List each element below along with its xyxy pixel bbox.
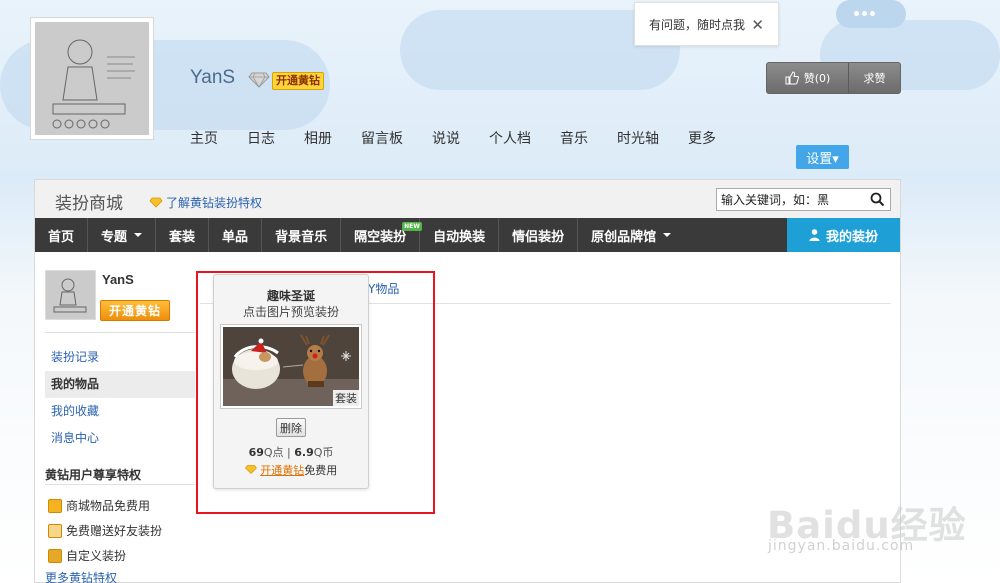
nav-timeline[interactable]: 时光轴 — [617, 128, 659, 148]
close-icon[interactable]: ✕ — [751, 16, 764, 34]
mall-nav-singles[interactable]: 单品 — [209, 218, 263, 252]
mall-nav-suits[interactable]: 套装 — [156, 218, 210, 252]
settings-button[interactable]: 设置▾ — [796, 145, 849, 169]
sidebar-username[interactable]: YanS — [102, 272, 134, 287]
sidebar-open-vip-button[interactable]: 开通黄钻 — [100, 300, 170, 321]
mall-nav-bgm[interactable]: 背景音乐 — [262, 218, 342, 252]
gift-icon — [48, 498, 62, 513]
diamond-icon — [149, 197, 163, 208]
sidebar-avatar[interactable] — [45, 270, 96, 320]
mall-search[interactable] — [716, 188, 891, 211]
present-icon — [48, 523, 62, 538]
highlight-box — [196, 271, 435, 514]
watermark-url: jingyan.baidu.com — [768, 538, 915, 554]
help-popup-text[interactable]: 有问题，随时点我 — [649, 16, 745, 33]
mall-title: 装扮商城 — [55, 194, 123, 214]
like-button-group: 赞(0) 求赞 — [766, 62, 901, 94]
mall-nav-auto-change[interactable]: 自动换装 — [420, 218, 500, 252]
sidebar-links: 装扮记录 我的物品 我的收藏 消息中心 — [45, 344, 195, 452]
sidebar-item-favorites[interactable]: 我的收藏 — [45, 398, 195, 425]
vip-privilege-link[interactable]: 了解黄钻装扮特权 — [149, 194, 262, 211]
profile-nav: 主页 日志 相册 留言板 说说 个人档 音乐 时光轴 更多 — [190, 128, 745, 148]
mall-nav-original-brand[interactable]: 原创品牌馆 — [578, 218, 684, 252]
perk-item: 免费赠送好友装扮 — [48, 518, 162, 543]
open-vip-badge[interactable]: 开通黄钻 — [272, 72, 324, 90]
vip-privilege-text[interactable]: 了解黄钻装扮特权 — [166, 194, 262, 211]
user-icon — [809, 229, 820, 241]
search-icon[interactable] — [870, 192, 885, 207]
chevron-down-icon — [134, 233, 143, 237]
nav-home[interactable]: 主页 — [190, 128, 218, 148]
like-count: 赞(0) — [803, 72, 831, 85]
profile-username[interactable]: YanS — [190, 67, 235, 89]
nav-more[interactable]: 更多 — [688, 128, 716, 148]
divider — [45, 484, 195, 485]
my-outfit-button[interactable]: 我的装扮 — [787, 218, 900, 252]
thumbs-up-icon — [785, 71, 799, 85]
diamond-icon[interactable] — [248, 72, 270, 88]
nav-guestbook[interactable]: 留言板 — [361, 128, 403, 148]
mall-nav-home[interactable]: 首页 — [35, 218, 89, 252]
perk-item: 商城物品免费用 — [48, 493, 162, 518]
ask-like-button[interactable]: 求赞 — [849, 63, 900, 93]
sidebar-item-messages[interactable]: 消息中心 — [45, 425, 195, 452]
mall-nav: 首页 专题 套装 单品 背景音乐 隔空装扮 NEW 自动换装 情侣装扮 原创品牌馆 — [35, 218, 900, 252]
nav-music[interactable]: 音乐 — [560, 128, 588, 148]
more-vip-privileges-link[interactable]: 更多黄钻特权 — [45, 569, 117, 583]
nav-album[interactable]: 相册 — [304, 128, 332, 148]
search-input[interactable] — [721, 192, 861, 207]
avatar-sketch-image — [35, 22, 149, 135]
mall-nav-topics[interactable]: 专题 — [88, 218, 157, 252]
help-popup[interactable]: 有问题，随时点我 ✕ — [634, 2, 779, 46]
nav-profile[interactable]: 个人档 — [489, 128, 531, 148]
perk-item: 自定义装扮 — [48, 543, 162, 568]
chevron-down-icon — [663, 233, 672, 237]
new-badge: NEW — [402, 222, 422, 231]
sidebar-item-outfit-record[interactable]: 装扮记录 — [45, 344, 195, 371]
my-outfit-label[interactable]: 我的装扮 — [826, 226, 878, 245]
sky-bubble-decoration — [836, 0, 906, 28]
nav-blog[interactable]: 日志 — [247, 128, 275, 148]
profile-avatar[interactable] — [30, 17, 154, 140]
mall-nav-couple[interactable]: 情侣装扮 — [499, 218, 579, 252]
vip-perks-list: 商城物品免费用 免费赠送好友装扮 自定义装扮 — [48, 493, 162, 568]
custom-icon — [48, 548, 62, 563]
sidebar-item-my-items[interactable]: 我的物品 — [45, 371, 195, 398]
nav-shuoshuo[interactable]: 说说 — [432, 128, 460, 148]
mall-header: 装扮商城 了解黄钻装扮特权 — [35, 180, 900, 218]
like-button[interactable]: 赞(0) — [767, 63, 849, 93]
mall-nav-remote-dress[interactable]: 隔空装扮 NEW — [341, 218, 422, 252]
vip-privileges-title: 黄钻用户尊享特权 — [45, 468, 142, 482]
divider — [45, 332, 195, 333]
